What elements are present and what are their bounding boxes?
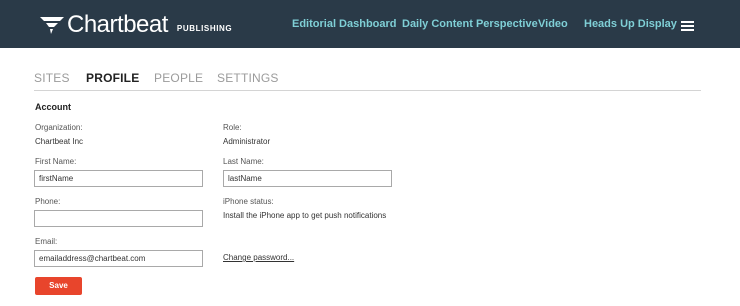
email-label: Email:: [35, 237, 58, 246]
first-name-label: First Name:: [35, 157, 77, 166]
phone-label: Phone:: [35, 197, 61, 206]
last-name-label: Last Name:: [223, 157, 264, 166]
iphone-status-label: iPhone status:: [223, 197, 274, 206]
tab-people[interactable]: PEOPLE: [154, 71, 203, 85]
nav-heads-up-display[interactable]: Heads Up Display: [584, 18, 677, 30]
logo-product-label: PUBLISHING: [176, 24, 233, 33]
hamburger-menu-icon[interactable]: [681, 21, 694, 32]
chartbeat-logo-icon: [40, 17, 64, 34]
change-password-link[interactable]: Change password...: [223, 253, 294, 262]
phone-field[interactable]: [34, 210, 203, 227]
email-field[interactable]: emailaddress@chartbeat.com: [34, 250, 203, 267]
organization-label: Organization:: [35, 123, 83, 132]
account-section-title: Account: [35, 102, 71, 112]
tab-settings[interactable]: SETTINGS: [217, 71, 279, 85]
last-name-field[interactable]: lastName: [223, 170, 392, 187]
role-label: Role:: [223, 123, 242, 132]
nav-editorial-dashboard[interactable]: Editorial Dashboard: [292, 18, 397, 30]
tabs-divider: [34, 90, 701, 91]
logo-wordmark: Chartbeat: [67, 11, 168, 38]
tab-sites[interactable]: SITES: [34, 71, 70, 85]
nav-video[interactable]: Video: [538, 18, 568, 30]
save-button[interactable]: Save: [35, 277, 82, 295]
nav-daily-content-perspective[interactable]: Daily Content Perspective: [402, 18, 538, 30]
first-name-field[interactable]: firstName: [34, 170, 203, 187]
iphone-status-value: Install the iPhone app to get push notif…: [223, 211, 387, 220]
chartbeat-logo[interactable]: Chartbeat PUBLISHING: [40, 11, 233, 38]
top-navigation-bar: Chartbeat PUBLISHING Editorial Dashboard…: [0, 0, 740, 48]
tab-profile[interactable]: PROFILE: [86, 71, 139, 85]
role-value: Administrator: [223, 137, 271, 146]
organization-value: Chartbeat Inc: [35, 137, 84, 146]
